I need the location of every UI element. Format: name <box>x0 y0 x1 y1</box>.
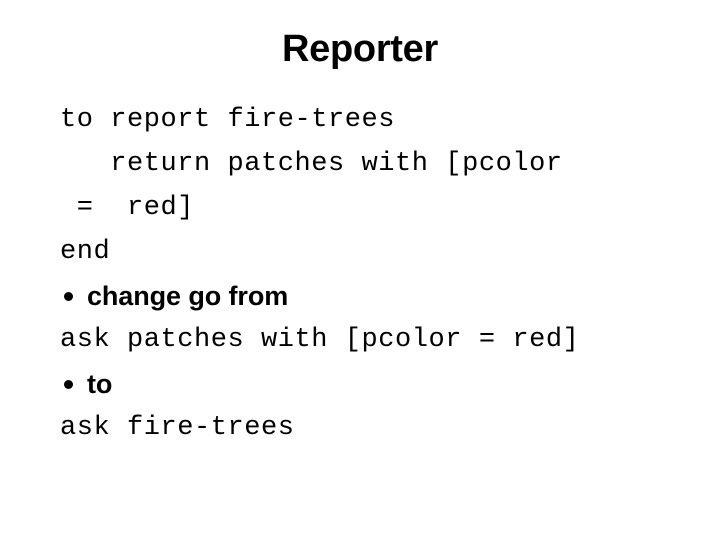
slide-body: to report fire-trees return patches with… <box>60 98 710 450</box>
code-line-ask-patches-with-pcolor-red: ask patches with [pcolor = red] <box>60 325 580 355</box>
bullet-item-label: to <box>87 369 113 399</box>
page-title: Reporter <box>282 28 438 70</box>
code-line-return-patches-with-pcolor: return patches with [pcolor <box>60 149 563 179</box>
code-line-to-report-fire-trees: to report fire-trees <box>60 105 396 135</box>
bullet-dot-icon <box>64 379 73 389</box>
slide: Reporter to report fire-trees return pat… <box>0 0 720 540</box>
bullet-item-to: to <box>60 362 710 406</box>
code-line-ask-fire-trees: ask fire-trees <box>60 413 295 443</box>
bullet-item-label: change go from <box>87 281 289 311</box>
bullet-item-change-go-from: change go from <box>60 274 710 318</box>
bullet-dot-icon <box>64 291 73 301</box>
code-line-end: end <box>60 237 111 267</box>
code-line-equals-red-bracket: = red] <box>60 193 195 223</box>
